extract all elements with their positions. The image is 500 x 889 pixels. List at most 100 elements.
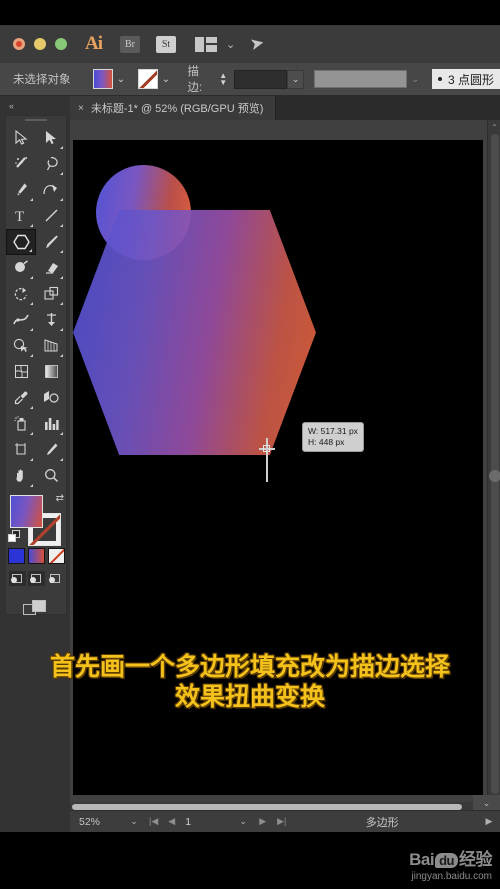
pen-tool[interactable] <box>6 177 36 203</box>
swap-fill-stroke-icon[interactable]: ⇄ <box>56 493 64 504</box>
artboard-number-field[interactable]: 1 <box>185 816 231 828</box>
none-color-mode-button[interactable] <box>47 548 65 565</box>
zoom-window-dot[interactable] <box>55 38 67 50</box>
selection-status-label: 未选择对象 <box>13 74 71 86</box>
scroll-up-arrow-icon[interactable]: ⌃ <box>488 120 500 134</box>
gradient-color-mode-button[interactable] <box>27 548 45 565</box>
brush-definition-select[interactable]: 3 点圆形 <box>431 69 500 89</box>
stroke-color-swatch[interactable] <box>137 69 158 89</box>
stroke-swatch-group[interactable]: ⌄ <box>137 69 175 89</box>
close-window-dot[interactable] <box>13 38 25 50</box>
stroke-weight-stepper[interactable]: ▲ ▼ <box>218 69 229 89</box>
watermark-brand-bubble: du <box>435 853 458 868</box>
watermark-brand-left: Bai <box>409 850 435 869</box>
line-segment-tool[interactable] <box>36 203 66 229</box>
artboard-tool[interactable] <box>6 437 36 463</box>
navigator-knob[interactable] <box>489 470 500 482</box>
zoom-tool[interactable] <box>36 463 66 489</box>
vertical-scroll-thumb[interactable] <box>491 134 499 794</box>
document-tab[interactable]: × 未标题-1* @ 52% (RGB/GPU 预览) <box>70 96 277 120</box>
document-tab-title: 未标题-1* @ 52% (RGB/GPU 预览) <box>90 103 264 115</box>
collapse-panel-icon[interactable]: « <box>9 101 14 111</box>
magic-wand-tool[interactable] <box>6 151 36 177</box>
tools-panel: T ⇄ <box>5 115 67 616</box>
brush-dot-icon <box>437 77 442 81</box>
stroke-profile-chevron-down-icon[interactable]: ⌄ <box>407 70 424 89</box>
slice-tool[interactable] <box>36 437 66 463</box>
zoom-chevron-down-icon[interactable]: ⌄ <box>121 816 147 827</box>
polygon-shape[interactable] <box>73 210 316 455</box>
stroke-weight-chevron-down-icon[interactable]: ⌄ <box>286 69 305 89</box>
video-letterbox-top <box>0 0 500 25</box>
fill-stroke-controls: ⇄ <box>8 493 64 547</box>
paintbrush-tool[interactable] <box>36 229 66 255</box>
gradient-tool[interactable] <box>36 359 66 385</box>
stroke-label: 描边: <box>187 66 203 94</box>
status-bar: 52% ⌄ |◀ ◀ 1 ⌄ ▶ ▶| 多边形 ▶ <box>70 810 500 832</box>
blend-tool[interactable] <box>36 385 66 411</box>
status-overflow-arrow-icon[interactable]: ▶ <box>478 816 500 827</box>
canvas-area[interactable]: W: 517.31 px H: 448 px ⌃ ⌄ <box>70 120 500 810</box>
change-screen-mode-icon[interactable] <box>23 600 49 616</box>
rocket-icon[interactable]: ➤ <box>248 33 266 56</box>
first-artboard-icon[interactable]: |◀ <box>149 816 158 827</box>
fill-swatch-group[interactable]: ⌄ <box>92 69 130 89</box>
symbol-sprayer-tool[interactable] <box>6 411 36 437</box>
polygon-tool[interactable] <box>6 228 36 255</box>
default-fill-stroke-icon[interactable] <box>8 530 22 544</box>
illustrator-logo: Ai <box>85 33 103 54</box>
watermark-brand-right: 经验 <box>459 850 493 869</box>
draw-behind-mode-button[interactable] <box>27 571 45 587</box>
bridge-button[interactable]: Br <box>120 35 140 53</box>
fill-color-swatch[interactable] <box>92 69 113 89</box>
type-tool[interactable]: T <box>6 203 36 229</box>
stroke-weight-field[interactable] <box>233 69 287 89</box>
close-icon[interactable]: × <box>78 103 84 114</box>
color-mode-buttons <box>7 548 65 565</box>
artboard-nav-left: |◀ ◀ <box>149 816 175 827</box>
direct-selection-tool[interactable] <box>36 125 66 151</box>
hand-tool[interactable] <box>6 463 36 489</box>
tools-panel-grip[interactable] <box>6 116 66 125</box>
stroke-chevron-down-icon[interactable]: ⌄ <box>158 69 175 89</box>
current-tool-label[interactable]: 多边形 <box>286 814 478 830</box>
brush-definition-label: 3 点圆形 <box>447 72 494 87</box>
rotate-tool[interactable] <box>6 281 36 307</box>
solid-color-mode-button[interactable] <box>7 548 25 565</box>
lasso-tool[interactable] <box>36 151 66 177</box>
artboard-chevron-down-icon[interactable]: ⌄ <box>231 816 255 827</box>
mesh-tool[interactable] <box>6 359 36 385</box>
fill-chevron-down-icon[interactable]: ⌄ <box>113 69 130 89</box>
perspective-grid-tool[interactable] <box>36 333 66 359</box>
canvas-vertical-scrollbar[interactable]: ⌃ ⌄ <box>487 120 500 810</box>
draw-inside-mode-button[interactable] <box>46 571 64 587</box>
window-controls <box>13 38 67 50</box>
minimize-window-dot[interactable] <box>34 38 46 50</box>
prev-artboard-icon[interactable]: ◀ <box>168 816 175 827</box>
stroke-profile-field[interactable] <box>314 70 407 88</box>
eyedropper-tool[interactable] <box>6 385 36 411</box>
selection-tool[interactable] <box>6 125 36 151</box>
toolbar-fill-swatch[interactable] <box>10 494 43 528</box>
last-artboard-icon[interactable]: ▶| <box>277 816 286 827</box>
zoom-level-value[interactable]: 52% <box>79 816 121 828</box>
crosshair-cursor <box>259 438 275 482</box>
scale-tool[interactable] <box>36 281 66 307</box>
artboard[interactable] <box>73 140 483 795</box>
free-transform-tool[interactable] <box>36 307 66 333</box>
next-artboard-icon[interactable]: ▶ <box>259 816 266 827</box>
svg-text:T: T <box>15 209 24 223</box>
draw-normal-mode-button[interactable] <box>8 571 26 587</box>
watermark-url: jingyan.baidu.com <box>411 871 492 882</box>
stock-button[interactable]: St <box>156 35 176 53</box>
width-tool[interactable] <box>6 307 36 333</box>
shaper-tool[interactable] <box>6 255 36 281</box>
curvature-tool[interactable] <box>36 177 66 203</box>
shape-builder-tool[interactable] <box>6 333 36 359</box>
watermark-logo: Bai du 经验 <box>380 845 492 870</box>
arrange-documents-icon[interactable] <box>195 36 217 52</box>
eraser-tool[interactable] <box>36 255 66 281</box>
column-graph-tool[interactable] <box>36 411 66 437</box>
drawing-mode-buttons <box>8 571 64 587</box>
chevron-down-icon[interactable]: ⌄ <box>226 38 235 51</box>
